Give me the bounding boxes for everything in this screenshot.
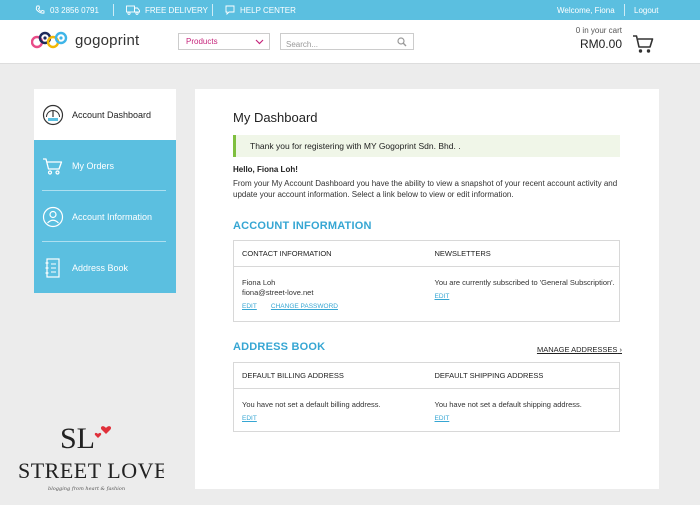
account-information-box: CONTACT INFORMATION NEWSLETTERS Fiona Lo… xyxy=(233,240,620,322)
search-box xyxy=(280,33,414,52)
logo-text: gogoprint xyxy=(75,31,140,49)
watermark-monogram: SL xyxy=(60,422,95,455)
top-bar: 03 2856 0791 FREE DELIVERY HELP CENTER W… xyxy=(0,0,700,20)
help-center-link[interactable]: HELP CENTER xyxy=(225,0,296,20)
sidebar-item-account-information[interactable]: Account Information xyxy=(34,191,176,242)
intro-text: From your My Account Dashboard you have … xyxy=(233,179,618,199)
shopping-cart-icon[interactable] xyxy=(632,34,654,54)
change-password-link[interactable]: CHANGE PASSWORD xyxy=(271,302,338,312)
account-information-heading: ACCOUNT INFORMATION xyxy=(233,220,372,232)
billing-address-header: DEFAULT BILLING ADDRESS xyxy=(242,371,344,380)
sidebar-item-label: Account Information xyxy=(72,211,153,222)
cart-total: RM0.00 xyxy=(579,37,622,51)
street-love-watermark: SL STREET LOVE blogging from heart & fas… xyxy=(18,422,164,492)
chevron-right-icon: › xyxy=(619,345,623,354)
cart-icon xyxy=(42,155,64,177)
free-delivery-link[interactable]: FREE DELIVERY xyxy=(126,0,208,20)
search-input[interactable] xyxy=(281,37,391,52)
chat-icon xyxy=(225,5,235,15)
site-header: gogoprint Products 0 in your cart RM0.00 xyxy=(0,20,700,64)
contact-information-header: CONTACT INFORMATION xyxy=(242,249,332,258)
truck-icon xyxy=(126,5,140,15)
contact-email: fiona@street-love.net xyxy=(242,288,314,297)
edit-newsletter-link[interactable]: EDIT xyxy=(435,292,450,302)
user-icon xyxy=(42,206,64,228)
account-sidebar: Account Dashboard My Orders Account Info… xyxy=(34,89,176,293)
gauge-icon xyxy=(42,104,64,126)
watermark-tagline: blogging from heart & fashion xyxy=(48,486,125,492)
cart-summary[interactable]: 0 in your cart RM0.00 xyxy=(540,26,622,51)
newsletter-status: You are currently subscribed to 'General… xyxy=(434,278,615,287)
sidebar-item-label: Address Book xyxy=(72,262,129,273)
contact-name: Fiona Loh xyxy=(242,278,276,287)
logo[interactable]: gogoprint xyxy=(31,29,139,51)
newsletters-header: NEWSLETTERS xyxy=(434,249,491,258)
address-book-box: DEFAULT BILLING ADDRESS DEFAULT SHIPPING… xyxy=(233,362,620,432)
sidebar-item-my-orders[interactable]: My Orders xyxy=(34,140,176,191)
greeting: Hello, Fiona Loh! xyxy=(233,165,298,174)
welcome-text: Welcome, Fiona xyxy=(557,5,615,15)
dashboard-panel: My Dashboard Thank you for registering w… xyxy=(195,89,659,489)
sidebar-item-address-book[interactable]: Address Book xyxy=(34,242,176,293)
phone-icon xyxy=(35,5,45,14)
gogoprint-logo-icon xyxy=(31,31,68,49)
shipping-address-body: You have not set a default shipping addr… xyxy=(427,389,620,424)
sidebar-item-label: My Orders xyxy=(72,160,115,171)
edit-contact-link[interactable]: EDIT xyxy=(242,302,257,312)
billing-address-body: You have not set a default billing addre… xyxy=(234,389,427,424)
contact-information-body: Fiona Loh fiona@street-love.net EDIT CHA… xyxy=(234,267,427,312)
free-delivery-label: FREE DELIVERY xyxy=(145,5,208,15)
edit-shipping-link[interactable]: EDIT xyxy=(435,414,450,424)
shipping-address-text: You have not set a default shipping addr… xyxy=(434,400,582,409)
newsletters-body: You are currently subscribed to 'General… xyxy=(427,267,620,312)
sidebar-item-account-dashboard[interactable]: Account Dashboard xyxy=(34,89,176,140)
products-dropdown[interactable]: Products xyxy=(178,33,270,50)
edit-billing-link[interactable]: EDIT xyxy=(242,414,257,424)
shipping-address-header: DEFAULT SHIPPING ADDRESS xyxy=(434,371,544,380)
billing-address-text: You have not set a default billing addre… xyxy=(242,400,381,409)
chevron-down-icon xyxy=(255,39,264,45)
success-notice: Thank you for registering with MY Gogopr… xyxy=(233,135,620,157)
search-icon[interactable] xyxy=(397,37,407,47)
manage-addresses-label: MANAGE ADDRESSES xyxy=(536,345,618,354)
phone-contact[interactable]: 03 2856 0791 xyxy=(35,0,99,20)
page-title: My Dashboard xyxy=(233,110,318,125)
manage-addresses-link[interactable]: MANAGE ADDRESSES › xyxy=(537,345,622,354)
logout-link[interactable]: Logout xyxy=(634,0,658,20)
cart-count: 0 in your cart xyxy=(575,26,622,35)
watermark-brand: STREET LOVE xyxy=(18,458,164,483)
sidebar-item-label: Account Dashboard xyxy=(72,109,152,120)
help-center-label: HELP CENTER xyxy=(240,5,296,15)
products-dropdown-label: Products xyxy=(186,37,218,46)
address-book-heading: ADDRESS BOOK xyxy=(233,341,326,353)
phone-number: 03 2856 0791 xyxy=(50,5,99,15)
address-book-icon xyxy=(42,257,64,279)
